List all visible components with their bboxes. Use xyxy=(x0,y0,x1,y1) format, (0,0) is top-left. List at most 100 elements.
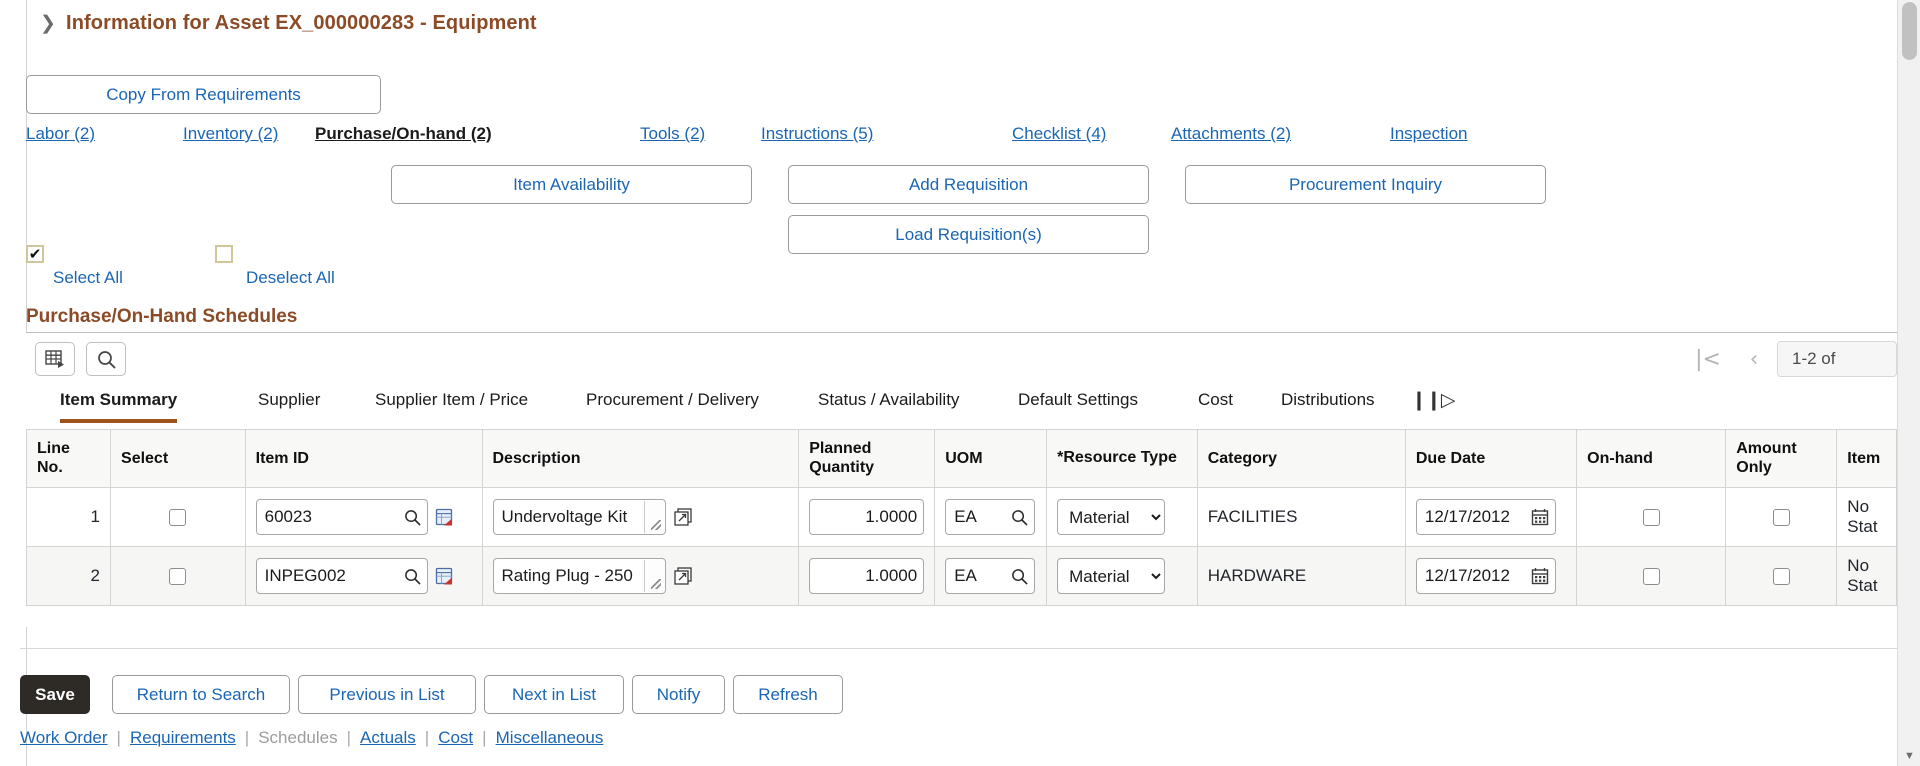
scrollbar-thumb[interactable] xyxy=(1902,2,1917,60)
notify-button[interactable]: Notify xyxy=(632,675,725,714)
footer-link-cost[interactable]: Cost xyxy=(438,728,473,748)
pager-row-count[interactable]: 1-2 of xyxy=(1777,341,1897,377)
pager-prev-button[interactable]: ‹ xyxy=(1731,341,1777,377)
tab-labor[interactable]: Labor (2) xyxy=(26,124,95,144)
page-vertical-scrollbar[interactable]: ▲ ▼ xyxy=(1897,0,1920,766)
table-header-row: Line No. Select Item ID Description Plan… xyxy=(26,429,1897,488)
description-resize-handle[interactable] xyxy=(643,560,664,592)
footer-links: Work Order | Requirements | Schedules | … xyxy=(20,728,603,748)
uom-field[interactable] xyxy=(945,499,1036,535)
tab-checklist[interactable]: Checklist (4) xyxy=(1012,124,1106,144)
resource-type-select[interactable]: Material xyxy=(1057,499,1166,535)
tab-tools[interactable]: Tools (2) xyxy=(640,124,705,144)
grid-personalize-icon[interactable] xyxy=(35,342,75,376)
due-date-field[interactable] xyxy=(1415,499,1556,535)
add-requisition-button[interactable]: Add Requisition xyxy=(788,165,1149,204)
footer-link-requirements[interactable]: Requirements xyxy=(130,728,236,748)
description-expand-icon[interactable] xyxy=(673,507,693,527)
on-hand-checkbox[interactable] xyxy=(1642,568,1660,586)
cell-select xyxy=(110,487,246,547)
return-to-search-button[interactable]: Return to Search xyxy=(112,675,290,714)
uom-input[interactable] xyxy=(954,566,1012,586)
select-all-label[interactable]: Select All xyxy=(53,268,123,288)
row-select-checkbox[interactable] xyxy=(169,509,187,527)
section-header[interactable]: ❯ Information for Asset EX_000000283 - E… xyxy=(40,12,537,35)
inner-tab-cost[interactable]: Cost xyxy=(1198,390,1233,419)
copy-from-requirements-button[interactable]: Copy From Requirements xyxy=(26,75,381,114)
item-availability-button[interactable]: Item Availability xyxy=(391,165,752,204)
item-id-field[interactable] xyxy=(255,499,428,535)
col-select: Select xyxy=(110,429,246,488)
due-date-input[interactable] xyxy=(1424,566,1531,586)
load-requisitions-button[interactable]: Load Requisition(s) xyxy=(788,215,1149,254)
refresh-button[interactable]: Refresh xyxy=(733,675,843,714)
item-id-lookup-icon[interactable] xyxy=(404,568,421,585)
deselect-all-label[interactable]: Deselect All xyxy=(246,268,335,288)
tab-attachments[interactable]: Attachments (2) xyxy=(1171,124,1291,144)
check-icon: ✔ xyxy=(28,245,42,263)
inner-tab-supplier-item-price[interactable]: Supplier Item / Price xyxy=(375,390,528,419)
description-expand-icon[interactable] xyxy=(673,566,693,586)
due-date-input[interactable] xyxy=(1424,507,1531,527)
planned-quantity-input[interactable] xyxy=(818,566,918,586)
tab-purchase-onhand[interactable]: Purchase/On-hand (2) xyxy=(315,124,492,144)
amount-only-checkbox[interactable] xyxy=(1772,509,1790,527)
uom-lookup-icon[interactable] xyxy=(1011,509,1028,526)
row-select-checkbox[interactable] xyxy=(169,568,187,586)
item-id-detail-icon[interactable] xyxy=(435,507,455,527)
on-hand-checkbox[interactable] xyxy=(1642,509,1660,527)
tab-inventory[interactable]: Inventory (2) xyxy=(183,124,278,144)
cell-description xyxy=(482,487,800,547)
inner-tab-status-availability[interactable]: Status / Availability xyxy=(818,390,959,419)
footer-separator: | xyxy=(116,728,121,747)
select-all-checkbox[interactable]: ✔ xyxy=(26,245,44,263)
chevron-right-icon[interactable]: ❯ xyxy=(40,14,56,33)
description-input[interactable] xyxy=(501,566,659,586)
inner-tab-default-settings[interactable]: Default Settings xyxy=(1018,390,1138,419)
save-button[interactable]: Save xyxy=(20,675,90,714)
footer-separator: | xyxy=(482,728,487,747)
inner-tab-item-summary[interactable]: Item Summary xyxy=(60,390,178,423)
inner-tab-procurement-delivery[interactable]: Procurement / Delivery xyxy=(586,390,759,419)
scroll-down-arrow-icon[interactable]: ▼ xyxy=(1898,746,1920,766)
tab-inspection[interactable]: Inspection xyxy=(1390,124,1468,144)
grid-title: Purchase/On-Hand Schedules xyxy=(26,306,298,327)
item-id-input[interactable] xyxy=(264,507,404,527)
uom-field[interactable] xyxy=(945,558,1036,594)
item-id-lookup-icon[interactable] xyxy=(404,509,421,526)
item-id-field[interactable] xyxy=(255,558,428,594)
item-id-detail-icon[interactable] xyxy=(435,566,455,586)
description-field[interactable] xyxy=(492,499,666,535)
calendar-icon[interactable] xyxy=(1531,567,1549,585)
footer-link-work-order[interactable]: Work Order xyxy=(20,728,108,748)
description-input[interactable] xyxy=(501,507,659,527)
pager-first-button[interactable]: |< xyxy=(1685,341,1731,377)
amount-only-checkbox[interactable] xyxy=(1772,568,1790,586)
footer-link-actuals[interactable]: Actuals xyxy=(360,728,416,748)
due-date-field[interactable] xyxy=(1415,558,1556,594)
col-item: Item xyxy=(1836,429,1897,488)
procurement-inquiry-button[interactable]: Procurement Inquiry xyxy=(1185,165,1546,204)
schedules-table-wrapper: Line No. Select Item ID Description Plan… xyxy=(26,429,1897,606)
deselect-all-checkbox[interactable] xyxy=(215,245,233,263)
footer-link-miscellaneous[interactable]: Miscellaneous xyxy=(496,728,604,748)
tabs-scroll-right-icon[interactable]: ❙❙▷ xyxy=(1411,389,1455,412)
description-field[interactable] xyxy=(492,558,666,594)
previous-in-list-button[interactable]: Previous in List xyxy=(298,675,476,714)
uom-lookup-icon[interactable] xyxy=(1011,568,1028,585)
footer-link-schedules: Schedules xyxy=(258,728,338,747)
planned-quantity-input[interactable] xyxy=(818,507,918,527)
uom-input[interactable] xyxy=(954,507,1012,527)
next-in-list-button[interactable]: Next in List xyxy=(484,675,624,714)
search-icon[interactable] xyxy=(86,342,126,376)
tab-instructions[interactable]: Instructions (5) xyxy=(761,124,873,144)
col-planned-qty: Planned Quantity xyxy=(798,429,936,488)
planned-quantity-field[interactable] xyxy=(809,499,925,535)
inner-tab-distributions[interactable]: Distributions xyxy=(1281,390,1375,419)
description-resize-handle[interactable] xyxy=(643,501,664,533)
item-id-input[interactable] xyxy=(264,566,404,586)
planned-quantity-field[interactable] xyxy=(809,558,925,594)
calendar-icon[interactable] xyxy=(1531,508,1549,526)
resource-type-select[interactable]: Material xyxy=(1057,558,1166,594)
inner-tab-supplier[interactable]: Supplier xyxy=(258,390,320,419)
